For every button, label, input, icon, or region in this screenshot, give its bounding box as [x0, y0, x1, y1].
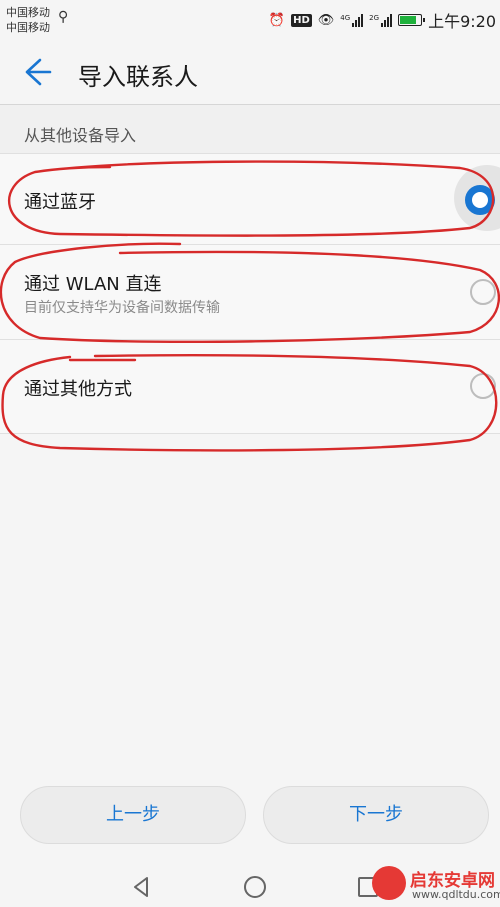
radio-wlan-direct[interactable]	[470, 279, 496, 305]
usb-icon: ⚲	[58, 9, 69, 25]
status-bar: 中国移动 中国移动 ⚲ ⏰ HD 👁 4G 2G 上午9:20	[0, 0, 500, 40]
watermark-logo-icon	[372, 866, 406, 900]
back-arrow-icon[interactable]	[18, 54, 54, 90]
alarm-icon: ⏰	[268, 12, 286, 28]
option-bluetooth[interactable]: 通过蓝牙	[0, 154, 500, 245]
signal-2g-icon: 2G	[369, 13, 393, 27]
radio-bluetooth-selected[interactable]	[465, 185, 495, 215]
signal-2g-label: 2G	[369, 13, 380, 22]
option-wlan-direct[interactable]: 通过 WLAN 直连 目前仅支持华为设备间数据传输	[0, 245, 500, 340]
watermark-url: www.qdltdu.com	[412, 888, 500, 901]
signal-4g-icon: 4G	[340, 13, 364, 27]
nav-back-icon[interactable]	[128, 873, 156, 901]
next-step-button[interactable]: 下一步	[263, 786, 489, 844]
nav-home-icon[interactable]	[241, 873, 269, 901]
hd-icon: HD	[291, 13, 312, 27]
status-time: 上午9:20	[428, 12, 496, 31]
option-wlan-direct-label: 通过 WLAN 直连	[24, 274, 162, 295]
carrier-2: 中国移动	[6, 21, 50, 34]
signal-4g-label: 4G	[340, 13, 351, 22]
page-title: 导入联系人	[78, 63, 198, 91]
previous-step-button[interactable]: 上一步	[20, 786, 246, 844]
radio-other-methods[interactable]	[470, 373, 496, 399]
option-wlan-direct-sublabel: 目前仅支持华为设备间数据传输	[24, 300, 220, 316]
option-other-methods[interactable]: 通过其他方式	[0, 340, 500, 434]
section-header: 从其他设备导入	[0, 105, 500, 154]
status-icons: ⏰ HD 👁 4G 2G 上午9:20	[269, 9, 496, 31]
section-header-label: 从其他设备导入	[24, 126, 137, 145]
battery-icon	[398, 14, 426, 26]
option-bluetooth-label: 通过蓝牙	[24, 192, 96, 213]
eye-comfort-icon: 👁	[317, 12, 335, 28]
watermark: 启东安卓网 www.qdltdu.com	[372, 862, 500, 907]
carrier-1: 中国移动	[6, 6, 50, 19]
toolbar: 导入联系人	[0, 40, 500, 105]
option-other-methods-label: 通过其他方式	[24, 379, 132, 400]
